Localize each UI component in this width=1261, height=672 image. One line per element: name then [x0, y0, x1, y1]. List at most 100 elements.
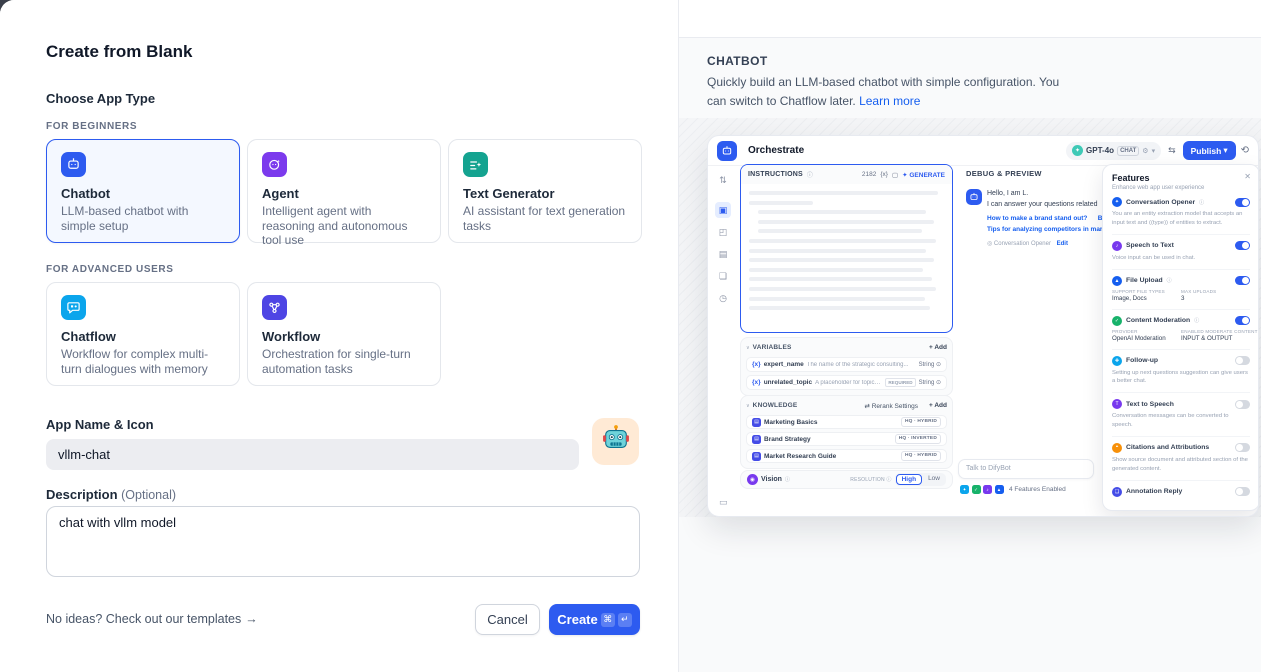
description-textarea[interactable]: chat with vllm model [46, 506, 640, 577]
sidebar-image-icon: ◰ [715, 224, 731, 240]
feature-item: ❏ Annotation Reply [1112, 480, 1250, 504]
suggested-question: How to make a brand stand out? [987, 213, 1087, 224]
info-icon: ⓘ [785, 476, 790, 483]
feature-toggle [1235, 276, 1250, 285]
app-icon-picker[interactable] [592, 418, 639, 465]
feature-item: ✓ Content Moderation ⓘ PROVIDEROpenAI Mo… [1112, 309, 1250, 349]
suggested-question: Tips for analyzing competitors in marke [987, 224, 1110, 235]
generate-button: ✦ GENERATE [902, 171, 945, 179]
variable-row: {x} unrelated_topic A placeholder for to… [746, 375, 947, 390]
resolution-high-option: High [896, 474, 922, 485]
app-type-card-chatflow[interactable]: Chatflow Workflow for complex multi-turn… [46, 282, 240, 386]
follow-up-icon: ✚ [1112, 356, 1122, 366]
arrow-right-icon: → [245, 612, 258, 626]
create-button[interactable]: Create ⌘ ↵ [549, 604, 640, 635]
info-icon: ⓘ [1199, 199, 1204, 206]
app-preview-image: Orchestrate ✦ GPT-4o CHAT ⚙ ▾ ⇆ Publish … [707, 135, 1259, 517]
feature-mini-icon: ✦ [960, 485, 969, 494]
text-to-speech-icon: T [1112, 399, 1122, 409]
chevron-down-icon: ▾ [1152, 147, 1156, 155]
file-upload-icon: ▲ [1112, 276, 1122, 286]
templates-link[interactable]: No ideas? Check out our templates→ [46, 604, 258, 635]
character-count: 2182 [862, 171, 876, 178]
model-selector: ✦ GPT-4o CHAT ⚙ ▾ [1066, 142, 1161, 160]
app-type-desc: LLM-based chatbot with simple setup [61, 204, 225, 233]
dataset-icon: ▤ [752, 418, 761, 427]
caret-down-icon: ∨ [746, 403, 750, 409]
sidebar-orchestrate-icon: ▣ [715, 202, 731, 218]
sparkle-icon: ✦ [902, 172, 907, 179]
app-type-card-text-generator[interactable]: Text Generator AI assistant for text gen… [448, 139, 642, 243]
cancel-button[interactable]: Cancel [475, 604, 540, 635]
right-pane-top-strip [679, 0, 1261, 38]
model-name: GPT-4o [1086, 146, 1114, 155]
instructions-panel: INSTRUCTIONS ⓘ 2182 {x} ▢ ✦ GENERATE [740, 164, 953, 333]
feature-toggle [1235, 356, 1250, 365]
app-type-card-workflow[interactable]: Workflow Orchestration for single-turn a… [247, 282, 441, 386]
feature-mini-icon: ♪ [983, 485, 992, 494]
feature-item: ♪ Speech to Text Voice input can be used… [1112, 234, 1250, 269]
app-name-input[interactable] [46, 439, 579, 470]
beginner-app-type-row: Chatbot LLM-based chatbot with simple se… [46, 139, 642, 243]
model-mode-badge: CHAT [1117, 146, 1139, 156]
info-icon: ⓘ [807, 170, 813, 179]
resolution-segmented-control: High Low [895, 473, 946, 486]
edit-opener-link: Edit [1057, 241, 1068, 247]
speech-to-text-icon: ♪ [1112, 241, 1122, 251]
app-type-info-pane: CHATBOT Quickly build an LLM-based chatb… [678, 0, 1261, 672]
instructions-header: INSTRUCTIONS ⓘ 2182 {x} ▢ ✦ GENERATE [741, 165, 952, 184]
app-type-info-description: Quickly build an LLM-based chatbot with … [707, 73, 1075, 110]
variables-panel: ∨ VARIABLES + Add {x} expert_name The na… [740, 337, 953, 396]
add-knowledge-button: + Add [929, 402, 947, 409]
for-beginners-label: FOR BEGINNERS [46, 121, 137, 132]
debug-preview-title: DEBUG & PREVIEW [966, 169, 1042, 178]
collapse-panel-icon: ▭ [719, 497, 728, 508]
enter-key-icon: ↵ [618, 613, 632, 627]
conversation-opener-icon: ✦ [1112, 197, 1122, 207]
preview-app-title: Orchestrate [748, 145, 804, 156]
retrieval-badge: HQ · HYBRID [901, 451, 941, 461]
feature-toggle [1235, 198, 1250, 207]
learn-more-link[interactable]: Learn more [859, 94, 920, 108]
app-type-card-chatbot[interactable]: Chatbot LLM-based chatbot with simple se… [46, 139, 240, 243]
preview-sidebar: ⇅ ▣ ◰ ▤ ❏ ◷ [708, 166, 738, 516]
workflow-icon [262, 295, 287, 320]
content-moderation-icon: ✓ [1112, 316, 1122, 326]
type-icon: ⊙ [936, 362, 941, 368]
retrieval-badge: HQ · INVERTED [895, 434, 941, 444]
copy-icon: ▢ [892, 171, 898, 179]
rerank-settings-button: ⇄ Rerank Settings [864, 402, 918, 410]
instructions-skeleton-text [741, 184, 952, 323]
history-icon: ⟲ [1241, 145, 1249, 156]
model-provider-icon: ✦ [1072, 145, 1083, 156]
feature-toggle [1235, 316, 1250, 325]
features-enabled-bar: ✦ ✓ ♪ ▲ 4 Features Enabled [960, 485, 1066, 494]
variables-header: ∨ VARIABLES + Add [746, 341, 947, 354]
app-name-label: App Name & Icon [46, 417, 154, 432]
info-icon: ⓘ [1194, 317, 1199, 324]
feature-item: ❝ Citations and Attributions Show source… [1112, 436, 1250, 480]
required-badge: REQUIRED [885, 378, 915, 387]
close-icon: ✕ [1244, 172, 1251, 181]
knowledge-title: KNOWLEDGE [753, 402, 798, 409]
app-type-desc: AI assistant for text generation tasks [463, 204, 627, 233]
app-type-card-agent[interactable]: Agent Intelligent agent with reasoning a… [247, 139, 441, 243]
knowledge-row: ▤ Market Research Guide HQ · HYBRID [746, 449, 947, 463]
choose-app-type-heading: Choose App Type [46, 91, 155, 106]
app-type-name: Chatflow [61, 329, 225, 344]
description-optional-label: (Optional) [121, 488, 176, 502]
cmd-key-icon: ⌘ [601, 613, 615, 627]
feature-item: ✦ Conversation Opener ⓘ You are an entit… [1112, 191, 1250, 234]
text-generator-icon [463, 152, 488, 177]
create-app-modal: Create from Blank Choose App Type FOR BE… [0, 0, 1261, 672]
chatflow-icon [61, 295, 86, 320]
preview-header: Orchestrate ✦ GPT-4o CHAT ⚙ ▾ ⇆ Publish … [708, 136, 1258, 166]
sidebar-globe-icon: ◷ [715, 290, 731, 306]
info-icon: ⓘ [886, 477, 891, 483]
feature-toggle [1235, 443, 1250, 452]
variable-icon: {x} [752, 379, 761, 386]
vision-icon: ◉ [747, 474, 758, 485]
feature-toggle [1235, 400, 1250, 409]
page-title: Create from Blank [46, 42, 192, 62]
bot-message: Hello, I am L. I can answer your questio… [966, 189, 1098, 247]
